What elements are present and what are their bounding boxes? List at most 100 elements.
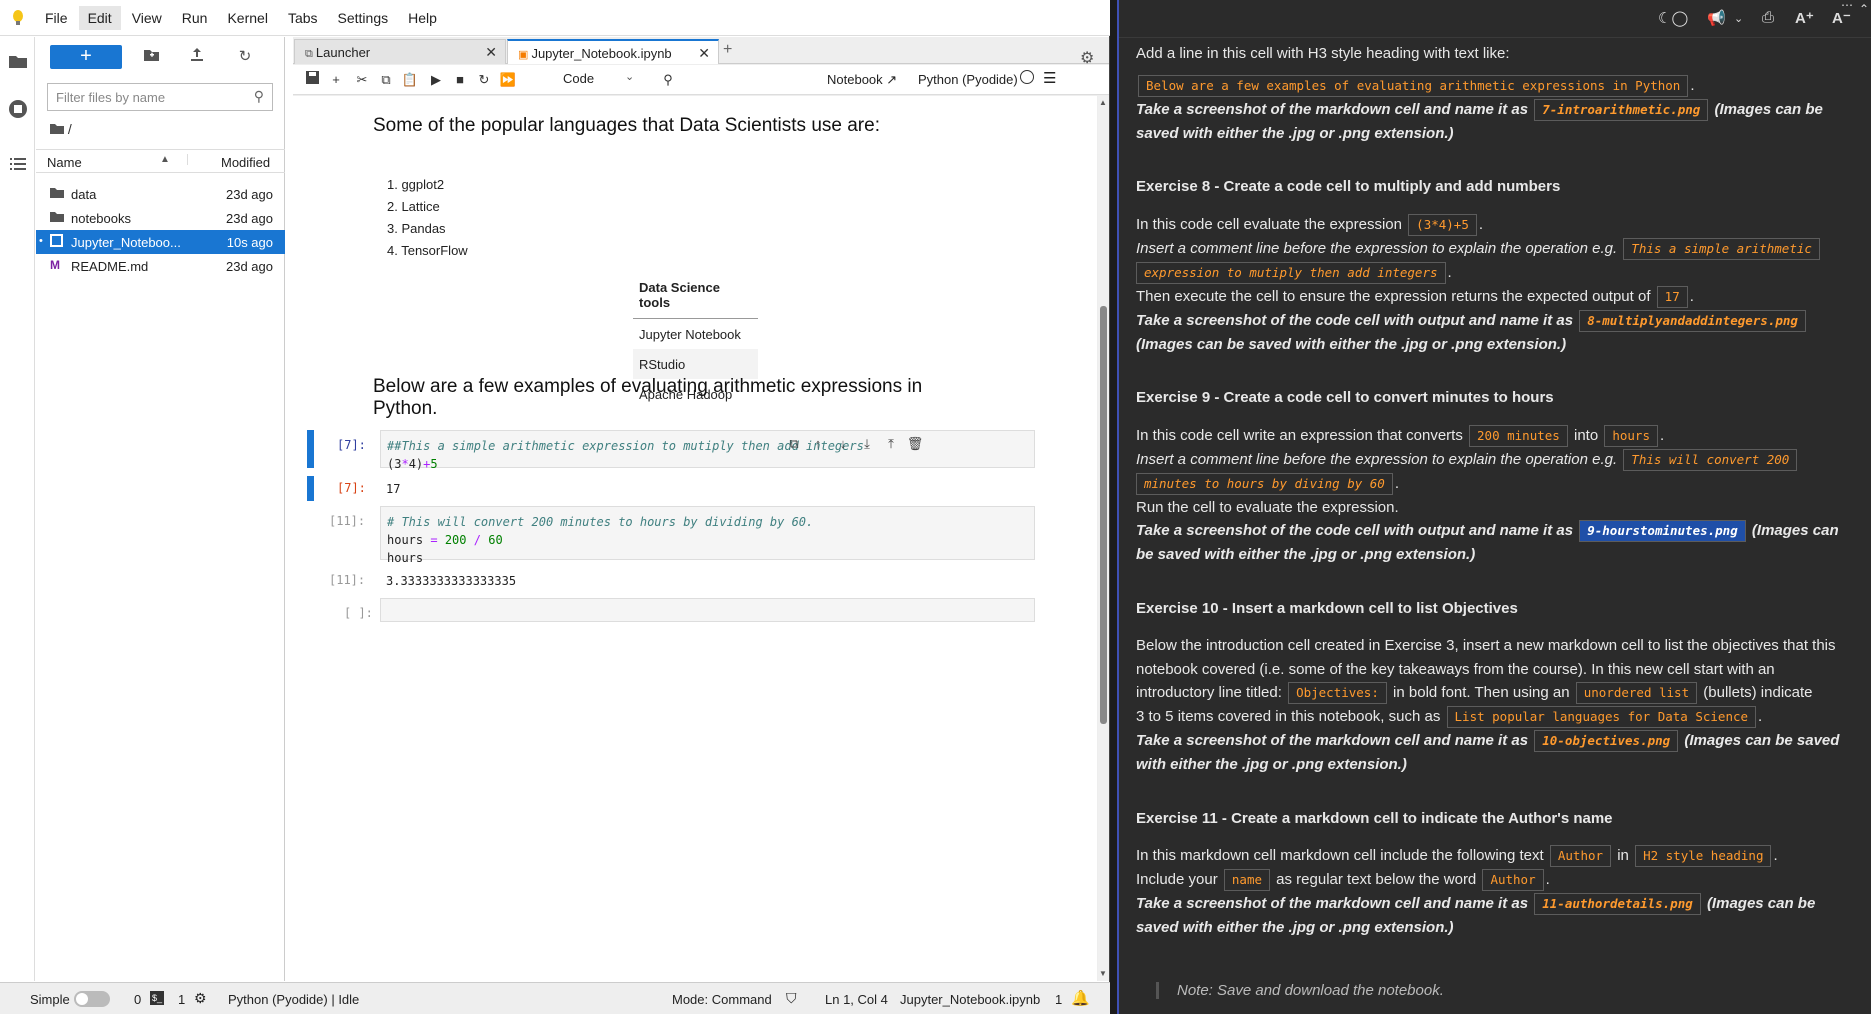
filter-files-input[interactable]: Filter files by name ⚲	[47, 83, 273, 111]
code-token: hours	[387, 551, 424, 565]
code-chip: Author	[1549, 845, 1612, 867]
menu-run[interactable]: Run	[173, 6, 217, 30]
simple-mode-toggle[interactable]	[74, 991, 110, 1007]
restart-icon[interactable]: ↻	[475, 71, 493, 89]
run-all-icon[interactable]: ⏩	[499, 71, 517, 89]
exercise-8-title: Exercise 8 - Create a code cell to multi…	[1136, 178, 1561, 195]
menu-settings[interactable]: Settings	[329, 6, 398, 30]
file-row-readme[interactable]: M README.md 23d ago	[36, 254, 285, 278]
theme-toggle-icon[interactable]: ☾◯	[1658, 9, 1688, 27]
notebook-scrollbar[interactable]: ▲ ▼	[1098, 96, 1109, 981]
notebook-toolbar: + ✂ ⧉ 📋 ▶ ■ ↻ ⏩ Code ⌄ ⚲ Notebook ↗ Pyth…	[293, 65, 1109, 95]
exercise-11-line: Include your name as regular text below …	[1136, 868, 1861, 892]
cut-icon[interactable]: ✂	[353, 71, 371, 89]
collapse-icon[interactable]: ⌃	[1859, 2, 1869, 16]
insert-cell-icon[interactable]: +	[327, 71, 345, 89]
menu-tabs[interactable]: Tabs	[279, 6, 327, 30]
new-folder-icon[interactable]	[140, 46, 162, 68]
instruction-text: Include your	[1136, 871, 1218, 888]
pin-icon[interactable]: ⚲	[659, 71, 677, 89]
table-row: Jupyter Notebook	[639, 327, 741, 342]
filename-chip-highlighted: 9-hourstominutes.png	[1579, 520, 1746, 542]
file-modified: 10s ago	[226, 235, 273, 250]
instruction-text: Then execute the cell to ensure the expr…	[1136, 287, 1651, 305]
add-tab-button[interactable]: +	[723, 41, 732, 59]
increase-font-icon[interactable]: A⁺	[1795, 9, 1814, 27]
file-row-notebook-selected[interactable]: • Jupyter_Noteboo... 10s ago	[36, 230, 285, 254]
tab-label: Launcher	[315, 45, 371, 60]
tab-bar: ⧉ Launcher ✕ ▣ Jupyter_Notebook.ipynb ✕ …	[293, 37, 1109, 64]
column-modified[interactable]: Modified	[221, 155, 270, 170]
instructions-toolbar: ☾◯ 📢 ⌄ ⎙ A⁺ A⁻ ⋯ ⌃	[1119, 0, 1871, 38]
save-icon[interactable]	[303, 71, 321, 89]
copy-icon[interactable]: ⧉	[377, 71, 395, 89]
terminal-icon[interactable]: $_	[150, 991, 164, 1005]
jupyter-logo-icon	[0, 0, 36, 36]
folder-icon[interactable]	[6, 49, 30, 73]
chevron-down-icon[interactable]: ⌄	[1734, 12, 1743, 25]
code-operator: *	[401, 457, 409, 471]
instruction-text: into	[1573, 426, 1599, 444]
run-icon[interactable]: ▶	[427, 71, 445, 89]
open-notebook-link[interactable]: Notebook ↗	[827, 72, 897, 88]
current-file: Jupyter_Notebook.ipynb	[900, 992, 1041, 1007]
insert-above-icon[interactable]: ⤒	[882, 436, 900, 454]
scroll-up-icon[interactable]: ▲	[1099, 98, 1107, 107]
menu-file[interactable]: File	[36, 6, 77, 30]
menu-help[interactable]: Help	[399, 6, 446, 30]
table-of-contents-icon[interactable]	[6, 152, 30, 176]
scrollbar-thumb[interactable]	[1100, 306, 1107, 724]
bell-icon[interactable]: 🔔	[1071, 989, 1090, 1007]
scroll-down-icon[interactable]: ▼	[1099, 969, 1107, 978]
breadcrumb[interactable]: /	[50, 121, 72, 137]
cell-type-select[interactable]: Code ⌄	[563, 71, 634, 86]
tab-notebook[interactable]: ▣ Jupyter_Notebook.ipynb ✕	[507, 39, 719, 64]
new-launcher-button[interactable]: +	[50, 45, 122, 69]
running-kernels-icon[interactable]	[6, 97, 30, 121]
tab-launcher[interactable]: ⧉ Launcher ✕	[294, 39, 506, 64]
move-down-icon[interactable]: ↓	[834, 436, 852, 454]
close-icon[interactable]: ✕	[698, 45, 710, 62]
exercise-11-line: In this markdown cell markdown cell incl…	[1136, 844, 1861, 868]
more-options-icon[interactable]: ⋯	[1841, 0, 1853, 12]
paste-icon[interactable]: 📋	[401, 71, 419, 89]
kernel-name[interactable]: Python (Pyodide)	[918, 72, 1018, 87]
notebook-link-label: Notebook	[827, 72, 883, 87]
close-icon[interactable]: ✕	[485, 44, 497, 61]
property-inspector-icon[interactable]: ⚙	[1080, 48, 1094, 68]
refresh-icon[interactable]: ↻	[234, 46, 256, 68]
kernel-status[interactable]: Python (Pyodide) | Idle	[228, 992, 359, 1007]
exercise-11-title: Exercise 11 - Create a markdown cell to …	[1136, 809, 1613, 827]
kernel-icon[interactable]: ⚙	[194, 990, 207, 1007]
instruction-text: saved with either the .jpg or .png exten…	[1136, 919, 1454, 936]
file-row-notebooks[interactable]: notebooks 23d ago	[36, 206, 285, 230]
move-up-icon[interactable]: ↑	[809, 436, 827, 454]
instruction-text: In this markdown cell markdown cell incl…	[1136, 847, 1544, 864]
split-divider[interactable]	[1110, 0, 1117, 1014]
menu-kernel[interactable]: Kernel	[218, 6, 276, 30]
menu-edit[interactable]: Edit	[78, 5, 121, 30]
sort-ascending-icon[interactable]: ▲	[160, 154, 188, 165]
intro-example-line: Below are a few examples of evaluating a…	[1136, 74, 1861, 98]
cursor-position[interactable]: Ln 1, Col 4	[825, 992, 888, 1007]
exercise-9-title: Exercise 9 - Create a code cell to conve…	[1136, 389, 1554, 406]
upload-icon[interactable]	[186, 46, 208, 68]
menu-icon[interactable]: ☰	[1043, 69, 1056, 87]
insert-below-icon[interactable]: ⤓	[858, 436, 876, 454]
markdown-icon: M	[50, 258, 60, 272]
menu-view[interactable]: View	[123, 6, 171, 30]
print-icon[interactable]: ⎙	[1762, 9, 1774, 26]
breadcrumb-path: /	[67, 121, 72, 137]
filename-chip: 10-objectives.png	[1534, 730, 1679, 752]
file-modified: 23d ago	[226, 259, 273, 274]
trusted-shield-icon[interactable]: ⛉	[786, 990, 797, 1007]
announce-icon[interactable]: 📢	[1707, 9, 1726, 27]
delete-cell-icon[interactable]: 🗑	[906, 436, 924, 454]
file-row-data[interactable]: data 23d ago	[36, 182, 285, 206]
duplicate-cell-icon[interactable]: ⧉	[785, 436, 803, 454]
code-cell-input[interactable]: # This will convert 200 minutes to hours…	[380, 506, 1035, 565]
column-name[interactable]: Name	[47, 155, 82, 170]
stop-icon[interactable]: ■	[451, 71, 469, 89]
exercise-8-line: Take a screenshot of the code cell with …	[1136, 309, 1861, 333]
empty-code-cell[interactable]	[380, 598, 1035, 622]
